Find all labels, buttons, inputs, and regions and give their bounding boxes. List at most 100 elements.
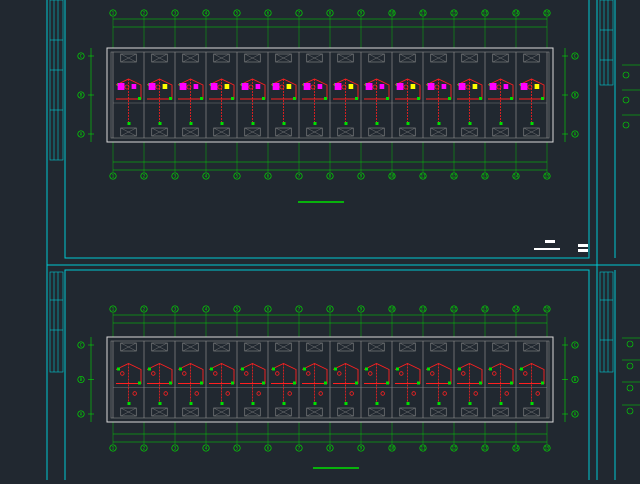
fixture-symbol <box>458 83 466 90</box>
outlet-symbol <box>220 122 224 125</box>
outlet-symbol <box>375 122 379 125</box>
outlet-symbol <box>448 381 451 385</box>
outlet-symbol <box>127 122 131 125</box>
lamp-symbol <box>349 391 354 396</box>
fixture-symbol <box>303 83 311 90</box>
lamp-symbol <box>442 391 447 396</box>
row-label: A <box>80 132 83 137</box>
outlet-symbol <box>417 381 420 385</box>
outlet-symbol <box>396 367 399 371</box>
outlet-symbol <box>355 97 358 100</box>
adjacent-bubble <box>626 362 634 370</box>
lamp-symbol <box>275 371 280 376</box>
row-label: C <box>574 54 577 59</box>
outlet-symbol <box>262 381 265 385</box>
outlet-symbol <box>189 402 193 405</box>
axis-label: 13 <box>483 446 488 451</box>
outlet-symbol <box>179 367 182 371</box>
lamp-symbol <box>337 371 342 376</box>
outlet-symbol <box>344 402 348 405</box>
outlet-symbol <box>489 367 492 371</box>
axis-label: 14 <box>514 11 519 16</box>
outlet-symbol <box>313 122 317 125</box>
outlet-symbol <box>520 367 523 371</box>
axis-label: 14 <box>514 307 519 312</box>
fixture-symbol <box>162 84 168 89</box>
lamp-symbol <box>461 371 466 376</box>
outlet-symbol <box>169 381 172 385</box>
fixture-symbol <box>503 84 509 89</box>
outlet-symbol <box>272 367 275 371</box>
floor-plan-lower: 1122334455667788991010111112121313141415… <box>77 305 579 469</box>
axis-label: 3 <box>174 446 177 451</box>
lamp-symbol <box>523 371 528 376</box>
fixture-symbol <box>520 83 528 90</box>
fixture-symbol <box>241 83 249 90</box>
outlet-symbol <box>437 122 441 125</box>
outlet-symbol <box>251 402 255 405</box>
lamp-symbol <box>120 371 125 376</box>
axis-label: 11 <box>421 307 426 312</box>
lamp-symbol <box>504 391 509 396</box>
outlet-symbol <box>541 381 544 385</box>
outlet-symbol <box>220 402 224 405</box>
outlet-symbol <box>127 402 131 405</box>
lamp-symbol <box>411 391 416 396</box>
adjacent-bubble <box>622 121 630 129</box>
outlet-symbol <box>210 367 213 371</box>
row-label: B <box>574 377 577 382</box>
axis-label: 5 <box>236 11 239 16</box>
fixture-symbol <box>210 83 218 90</box>
fixture-symbol <box>224 84 230 89</box>
outlet-symbol <box>344 122 348 125</box>
lamp-symbol <box>225 391 230 396</box>
outlet-symbol <box>251 122 255 125</box>
fixture-symbol <box>131 84 137 89</box>
lamp-symbol <box>318 391 323 396</box>
lamp-symbol <box>306 371 311 376</box>
fixture-symbol <box>427 83 435 90</box>
axis-label: 2 <box>143 446 146 451</box>
lamp-symbol <box>399 371 404 376</box>
row-label: C <box>574 343 577 348</box>
outlet-symbol <box>241 367 244 371</box>
outlet-symbol <box>293 97 296 100</box>
lamp-symbol <box>182 371 187 376</box>
outlet-symbol <box>200 97 203 100</box>
fixture-symbol <box>193 84 199 89</box>
outlet-symbol <box>479 381 482 385</box>
axis-label: 5 <box>236 307 239 312</box>
axis-label: 6 <box>267 11 270 16</box>
outlet-symbol <box>365 367 368 371</box>
outlet-symbol <box>262 97 265 100</box>
outlet-symbol <box>117 367 120 371</box>
cad-drawing-viewport[interactable]: 1 1 2 2 3 3 4 4 5 5 6 6 7 7 8 8 9 9 10 10 11 11 12 12 13 13 14 14 15… <box>0 0 640 483</box>
outlet-symbol <box>355 381 358 385</box>
fixture-symbol <box>317 84 323 89</box>
axis-label: 9 <box>360 307 363 312</box>
axis-label: 10 <box>390 446 395 451</box>
outlet-symbol <box>499 402 503 405</box>
axis-label: 8 <box>329 446 332 451</box>
axis-label: 6 <box>267 174 270 179</box>
outlet-symbol <box>386 381 389 385</box>
axis-label: 9 <box>360 11 363 16</box>
axis-label: 7 <box>298 174 301 179</box>
fixture-symbol <box>117 83 125 90</box>
outlet-symbol <box>138 381 141 385</box>
outlet-symbol <box>303 367 306 371</box>
outlet-symbol <box>231 97 234 100</box>
axis-label: 11 <box>421 11 426 16</box>
floor-plan-upper: 1122334455667788991010111112121313141415… <box>77 9 579 203</box>
adjacent-bubble <box>626 340 634 348</box>
axis-label: 5 <box>236 174 239 179</box>
row-label: A <box>80 412 83 417</box>
fixture-symbol <box>379 84 385 89</box>
axis-label: 12 <box>452 11 457 16</box>
axis-label: 6 <box>267 446 270 451</box>
axis-label: 3 <box>174 307 177 312</box>
lamp-symbol <box>287 391 292 396</box>
axis-label: 15 <box>545 174 550 179</box>
fixture-symbol <box>534 84 540 89</box>
axis-label: 7 <box>298 446 301 451</box>
